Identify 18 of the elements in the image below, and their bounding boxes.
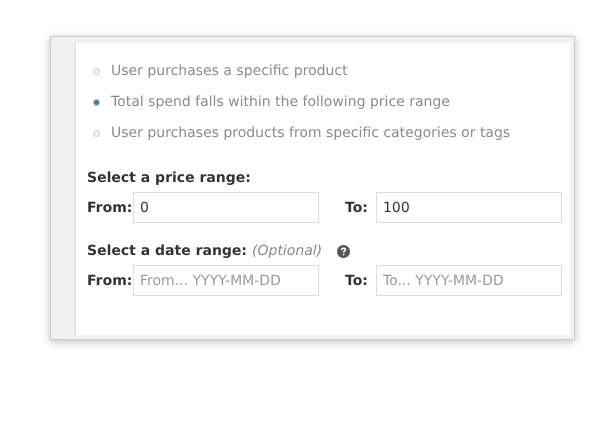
input-field[interactable]: 0 <box>133 192 319 223</box>
date-input-field[interactable]: From... YYYY-MM-DD <box>133 265 319 296</box>
section-heading: Select a price range: <box>87 170 252 186</box>
optional-note: (Optional) <box>252 243 322 259</box>
option-label[interactable]: User purchases products from specific categories or tags <box>111 123 510 144</box>
radio-button[interactable] <box>93 130 100 137</box>
help-icon[interactable] <box>337 244 350 258</box>
radio-button[interactable] <box>93 68 100 75</box>
field-label: To: <box>345 272 369 288</box>
field-label: From: <box>87 272 133 288</box>
option-label[interactable]: User purchases a specific product <box>111 61 348 82</box>
date-input-field[interactable]: To... YYYY-MM-DD <box>376 265 562 296</box>
field-label: To: <box>345 200 369 216</box>
section-heading: Select a date range: <box>87 243 248 259</box>
input-field[interactable]: 100 <box>376 192 562 223</box>
radio-button[interactable] <box>93 99 100 106</box>
field-label: From: <box>87 200 133 216</box>
option-label[interactable]: Total spend falls within the following price range <box>111 92 450 113</box>
